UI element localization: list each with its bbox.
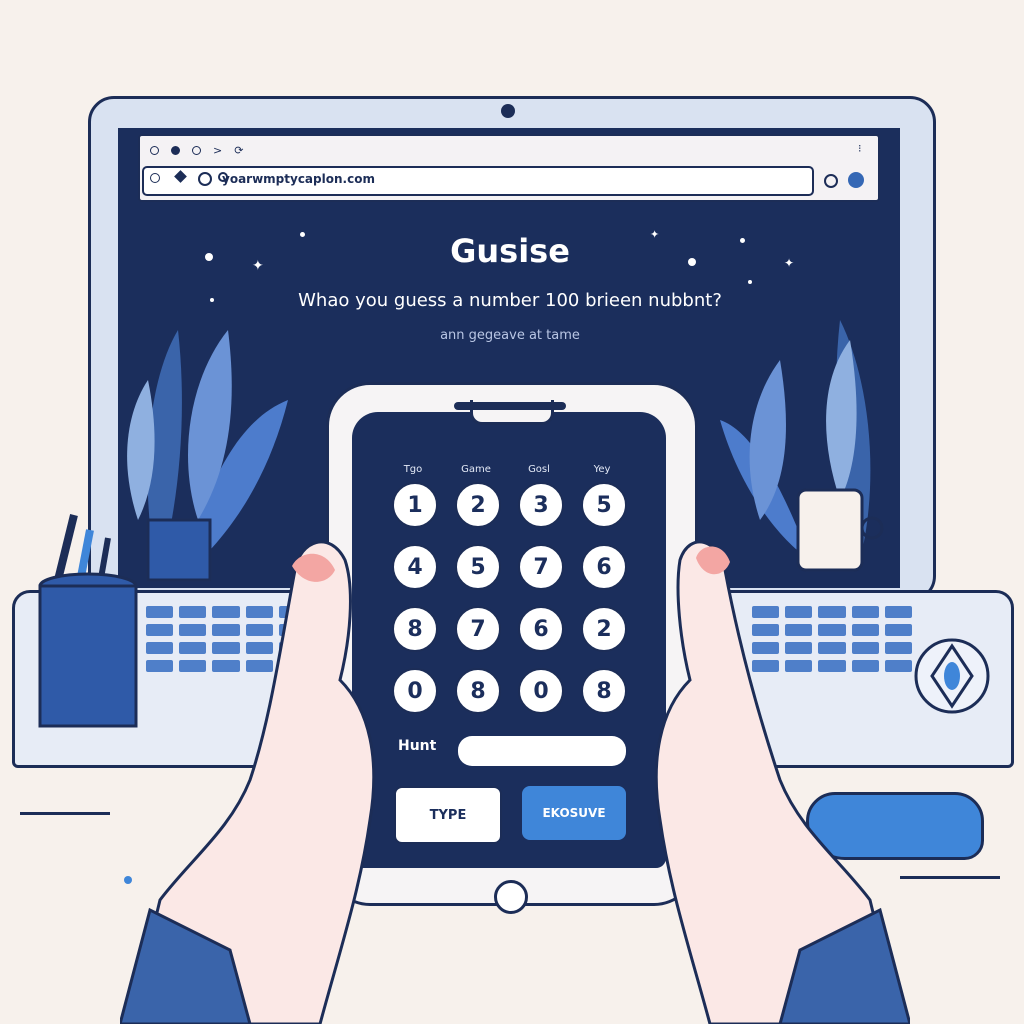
hint-label: Hunt [398,738,437,754]
webcam [501,104,515,118]
back-icon[interactable] [150,173,160,183]
browser-tab-row: > ⟳ [150,142,243,158]
execute-button[interactable]: EKOSUVE [522,786,626,840]
subtitle-text: ann gegeave at tame [440,328,580,343]
number-key[interactable]: 5 [581,482,627,528]
right-hand-illustration [654,540,910,1024]
hint-input[interactable] [458,736,626,766]
profile-avatar[interactable] [848,172,864,188]
column-header: Game [461,464,491,475]
tab-close-icon[interactable] [150,145,159,155]
number-key[interactable]: 8 [455,668,501,714]
refresh-icon[interactable] [198,172,212,186]
number-keypad: 1 2 3 5 4 5 7 6 8 7 6 2 0 8 0 8 [392,482,627,714]
decorative-ball-illustration [914,638,990,714]
sparkle-icon: ✦ [650,228,660,241]
browser-menu-icon[interactable]: ⁝ [858,142,862,155]
url-text: yoarwmptycaplon.com [222,172,375,186]
reload-icon[interactable]: ⟳ [234,144,243,157]
desk-line [900,876,1000,879]
type-button[interactable]: TYPE [394,786,502,844]
tab-favicon-icon [171,145,180,155]
desk-dot [124,876,132,884]
column-header: Tgo [403,464,423,475]
number-key[interactable]: 7 [518,544,564,590]
phone-speaker [454,402,566,410]
number-key[interactable]: 2 [455,482,501,528]
number-key[interactable]: 5 [455,544,501,590]
number-key[interactable]: 6 [518,606,564,652]
number-key[interactable]: 1 [392,482,438,528]
extension-icon[interactable] [824,174,838,188]
desk-line [20,812,110,815]
number-key[interactable]: 6 [581,544,627,590]
keypad-column-headers: Tgo Game Gosl Yey [383,464,632,475]
star-dot [688,258,696,266]
home-button[interactable] [494,880,528,914]
number-key[interactable]: 2 [581,606,627,652]
left-hand-illustration [120,540,376,1024]
column-header: Yey [593,464,611,475]
number-key[interactable]: 8 [581,668,627,714]
number-key[interactable]: 7 [455,606,501,652]
tab-icon[interactable] [192,145,201,155]
question-text: Whao you guess a number 100 brieen nubbn… [298,290,722,311]
number-key[interactable]: 0 [518,668,564,714]
column-header: Gosl [528,464,550,475]
number-key[interactable]: 3 [518,482,564,528]
chevron-right-icon[interactable]: > [213,144,222,157]
